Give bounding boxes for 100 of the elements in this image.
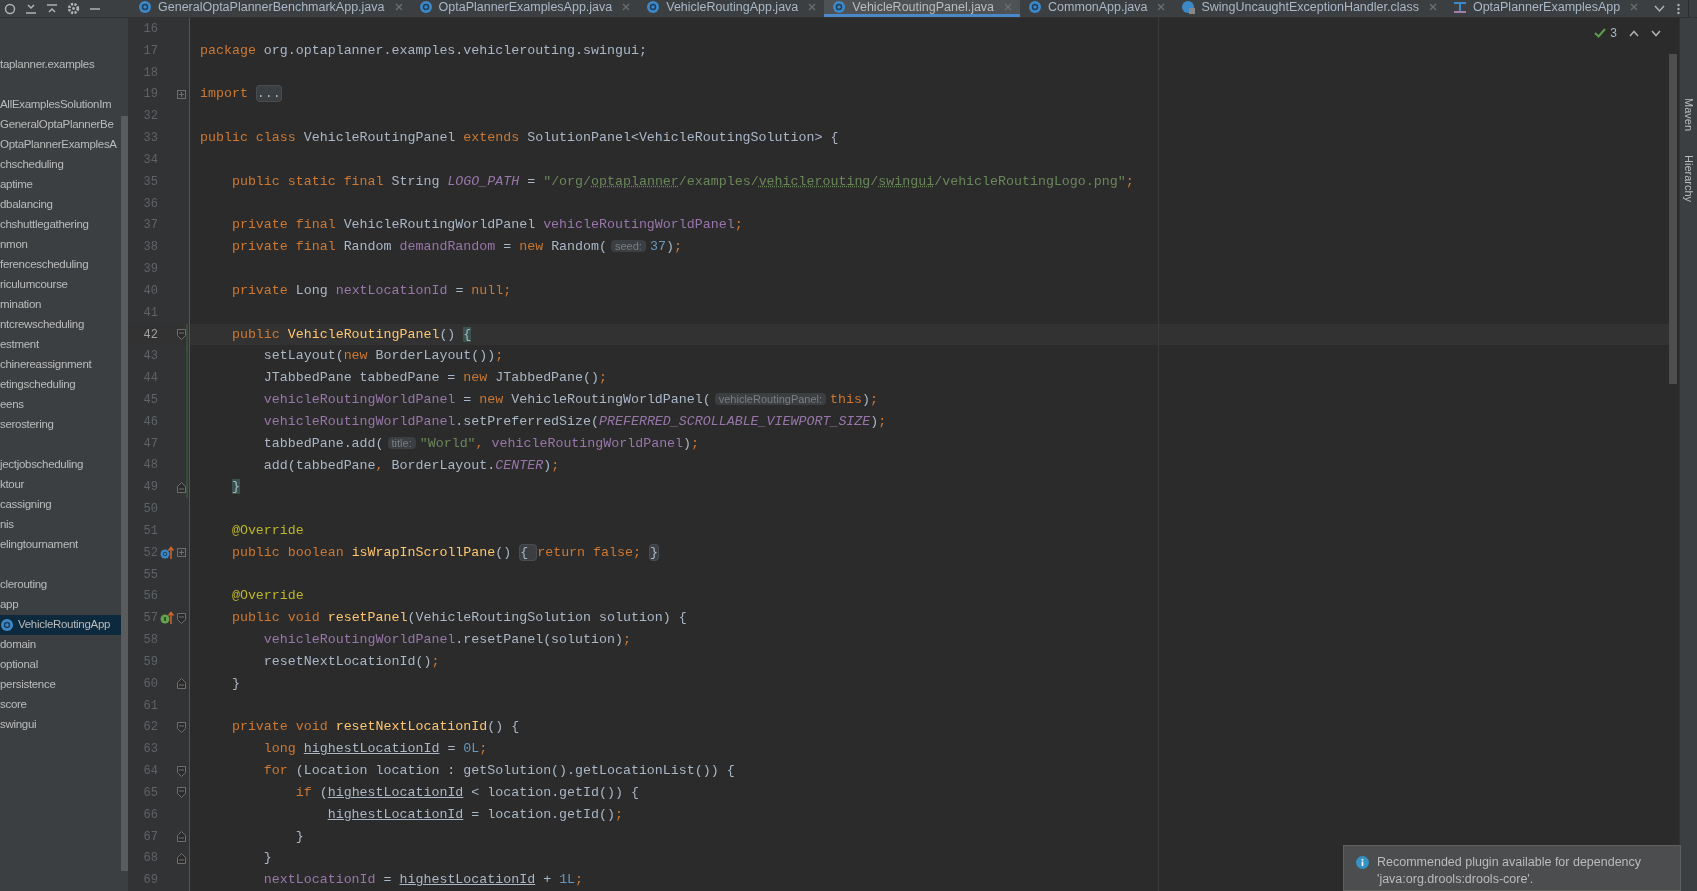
code-line: private final VehicleRoutingWorldPanel vehicleRoutingWorldPanel; — [230, 216, 743, 235]
code-line: } — [294, 827, 304, 846]
code-line: public static final String LOGO_PATH = "/org/optaplanner/examples/vehiclerouting/swingui/vehicleRoutingLogo.png"; — [230, 172, 1134, 191]
project-tree-item[interactable]: mination — [0, 295, 121, 315]
code-line: for (Location location : getSolution().getLocationList()) { — [262, 762, 735, 781]
project-tree-item[interactable]: chshuttlegathering — [0, 215, 121, 235]
class-icon — [138, 0, 152, 14]
collapse-fold-icon[interactable] — [176, 852, 186, 864]
collapse-fold-icon[interactable] — [176, 678, 186, 690]
implementing-method-icon[interactable] — [160, 611, 174, 626]
code-line: highestLocationId = location.getId(); — [326, 805, 623, 824]
project-tree-item[interactable]: domain — [0, 635, 121, 655]
expand-fold-icon[interactable] — [176, 548, 186, 558]
project-tree-item[interactable]: jectjobscheduling — [0, 455, 121, 475]
project-tree-item[interactable]: ferencescheduling — [0, 255, 121, 275]
project-tree-item[interactable]: taplanner.examples — [0, 55, 121, 75]
expand-all-icon[interactable] — [25, 2, 37, 15]
editor-tab[interactable]: VehicleRoutingPanel.java — [824, 0, 1021, 17]
close-icon[interactable] — [1157, 3, 1166, 11]
class-icon — [0, 618, 14, 632]
code-line: nextLocationId = highestLocationId + 1L; — [262, 871, 584, 890]
collapse-fold-icon[interactable] — [176, 721, 186, 733]
class-icon — [1028, 0, 1043, 14]
project-tree-item[interactable]: elingtournament — [0, 535, 121, 555]
next-highlight-icon[interactable] — [1651, 29, 1661, 37]
close-icon[interactable] — [394, 3, 403, 11]
collapse-fold-icon[interactable] — [176, 481, 186, 493]
class-file-icon — [1181, 0, 1196, 14]
project-tree-item[interactable]: nis — [0, 515, 121, 535]
line-number: 42 — [142, 326, 158, 344]
code-line: tabbedPane.add( title: "World", vehicleRoutingWorldPanel); — [262, 434, 700, 453]
editor-tab[interactable]: VehicleRoutingApp.java — [638, 0, 825, 17]
code-line: public boolean isWrapInScrollPane() { return false; } — [230, 542, 659, 563]
project-tree-item[interactable]: app — [0, 595, 121, 615]
scrollbar-thumb[interactable] — [121, 116, 128, 871]
project-tree-item[interactable]: dbalancing — [0, 195, 121, 215]
code-line: long highestLocationId = 0L; — [262, 740, 488, 759]
project-tree-item[interactable]: AllExamplesSolutionIm — [0, 95, 121, 115]
code-line: vehicleRoutingWorldPanel.resetPanel(solution); — [262, 631, 631, 650]
previous-highlight-icon[interactable] — [1629, 29, 1639, 37]
collapse-fold-icon[interactable] — [176, 787, 186, 799]
inspection-indicator[interactable]: 3 — [1594, 24, 1617, 42]
code-line: resetNextLocationId(); — [262, 652, 440, 671]
code-line: setLayout(new BorderLayout()); — [262, 347, 504, 366]
project-tree-item[interactable]: aptime — [0, 175, 121, 195]
more-icon[interactable] — [1677, 2, 1681, 15]
editor-tab[interactable]: SwingUncaughtExceptionHandler.class — [1173, 0, 1445, 17]
editor-scrollbar-thumb[interactable] — [1669, 54, 1677, 384]
project-tree-item[interactable]: swingui — [0, 715, 121, 735]
project-tree-item[interactable]: nmon — [0, 235, 121, 255]
overriding-method-icon[interactable] — [160, 545, 174, 560]
code-line: private final Random demandRandom = new Random( seed: 37); — [230, 238, 682, 257]
close-icon[interactable] — [622, 3, 631, 11]
project-tree-item[interactable]: cassigning — [0, 495, 121, 515]
project-tree-item[interactable]: persistence — [0, 675, 121, 695]
expand-fold-icon[interactable] — [176, 89, 186, 99]
code-line: if (highestLocationId < location.getId()) { — [294, 783, 639, 802]
collapse-fold-icon[interactable] — [176, 612, 186, 624]
code-line: @Override — [230, 522, 304, 540]
project-tree-item[interactable]: VehicleRoutingApp — [0, 615, 121, 635]
collapse-fold-icon[interactable] — [176, 329, 186, 340]
project-tree-item[interactable]: chinereassignment — [0, 355, 121, 375]
collapse-fold-icon[interactable] — [176, 765, 186, 777]
settings-icon[interactable] — [67, 2, 80, 15]
collapse-fold-icon[interactable] — [176, 831, 186, 843]
tool-window-button[interactable]: Hierarchy — [1680, 155, 1697, 203]
run-configuration-icon — [1452, 0, 1467, 14]
project-tree-item[interactable]: GeneralOptaPlannerBe — [0, 115, 121, 135]
project-tree-item[interactable]: ktour — [0, 475, 121, 495]
code-line: } — [262, 849, 272, 868]
project-tree-item[interactable]: chscheduling — [0, 155, 121, 175]
editor-tab[interactable]: CommonApp.java — [1020, 0, 1174, 17]
code-line: public void resetPanel(VehicleRoutingSolution solution) { — [230, 609, 687, 628]
close-icon[interactable] — [808, 3, 817, 11]
tool-window-button[interactable]: Maven — [1680, 98, 1697, 132]
code-line: vehicleRoutingWorldPanel.setPreferredSize(PREFERRED_SCROLLABLE_VIEWPORT_SIZE); — [262, 412, 887, 431]
project-tree-item[interactable]: score — [0, 695, 121, 715]
editor-tab[interactable]: GeneralOptaPlannerBenchmarkApp.java — [130, 0, 411, 17]
editor-tab[interactable]: OptaPlannerExamplesApp.java — [410, 0, 639, 17]
project-tree-item[interactable]: riculumcourse — [0, 275, 121, 295]
project-tree-item[interactable]: eens — [0, 395, 121, 415]
project-tree-item[interactable]: serostering — [0, 415, 121, 435]
project-tree-item[interactable]: etingscheduling — [0, 375, 121, 395]
info-icon — [1356, 856, 1369, 869]
code-line: public VehicleRoutingPanel() { — [230, 325, 472, 344]
project-tree-item[interactable]: OptaPlannerExamplesA — [0, 135, 121, 155]
chevron-down-icon[interactable] — [1654, 4, 1666, 13]
close-icon[interactable] — [1004, 3, 1013, 11]
project-tree-item[interactable]: ntcrewscheduling — [0, 315, 121, 335]
project-tree-item[interactable]: estment — [0, 335, 121, 355]
close-icon[interactable] — [1630, 3, 1639, 11]
code-line: package org.optaplanner.examples.vehiclerouting.swingui; — [200, 41, 647, 60]
project-tree-item[interactable]: clerouting — [0, 575, 121, 595]
collapse-all-icon[interactable] — [46, 2, 58, 15]
close-icon[interactable] — [1428, 3, 1437, 11]
notification-text: Recommended plugin available for dependency 'java:org.drools:drools-core'. — [1377, 854, 1643, 888]
code-line: import ... — [200, 84, 282, 105]
code-line: } — [230, 674, 240, 693]
project-tree-item[interactable]: optional — [0, 655, 121, 675]
editor-tab[interactable]: OptaPlannerExamplesApp — [1444, 0, 1647, 17]
